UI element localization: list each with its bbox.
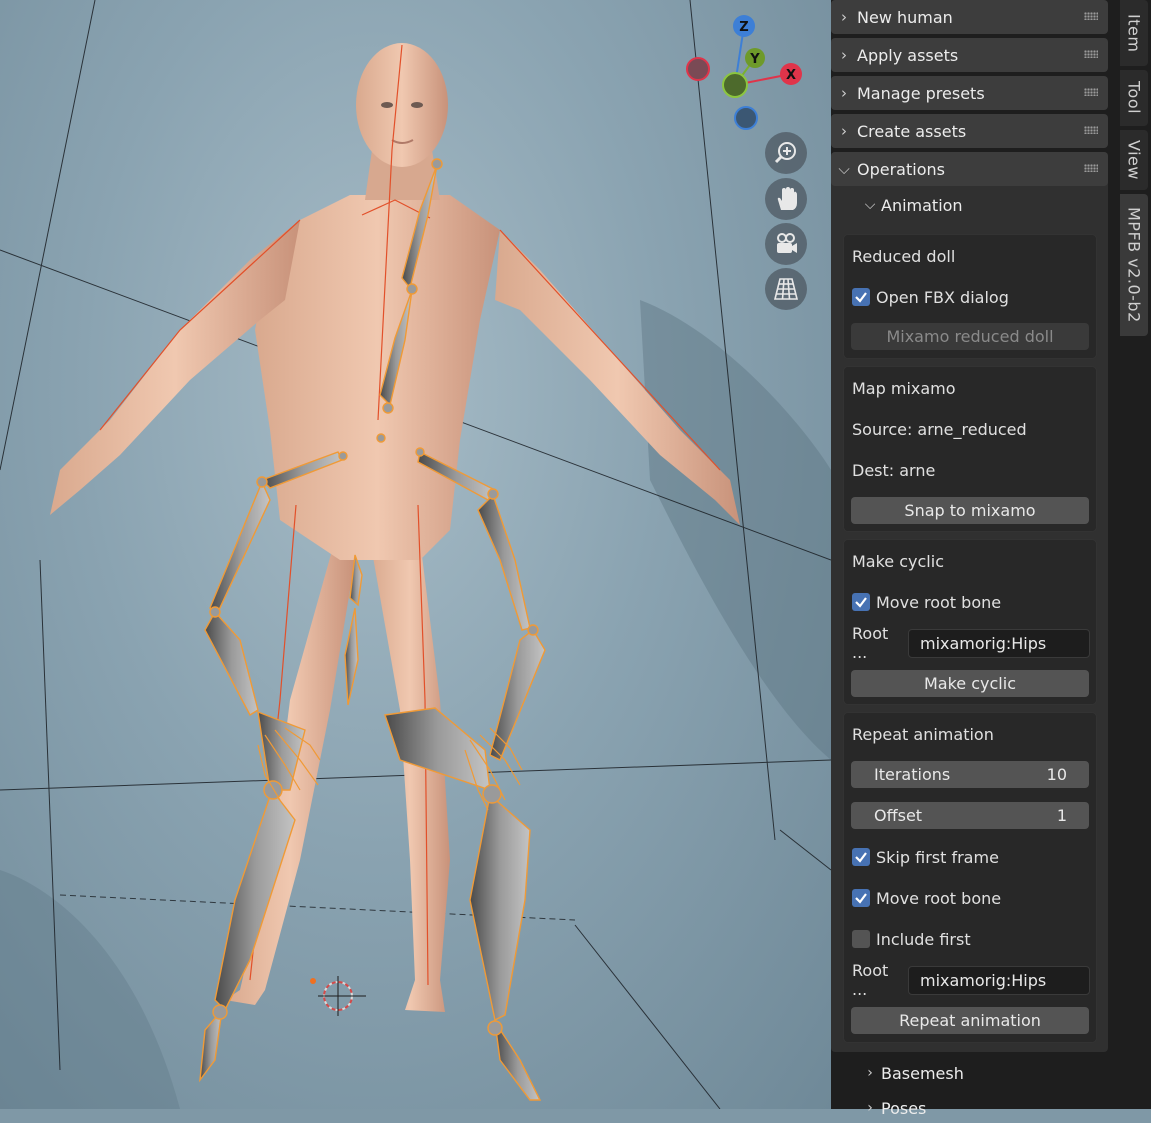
tab-label: Tool [1124, 81, 1144, 115]
subsection-label: Animation [881, 195, 963, 215]
skip-first-frame-checkbox[interactable]: Skip first frame [852, 843, 999, 871]
chevron-right-icon: › [841, 122, 847, 140]
scene-render: Z Y X [0, 0, 831, 1109]
chevron-right-icon: › [841, 46, 847, 64]
box-title: Make cyclic [852, 551, 944, 571]
field-value: 1 [1056, 806, 1067, 825]
subsection-basemesh[interactable]: › Basemesh [859, 1058, 964, 1088]
box-title: Repeat animation [852, 724, 994, 744]
offset-field[interactable]: Offset 1 [851, 802, 1089, 829]
drag-grip-icon[interactable] [1084, 50, 1098, 58]
root-label: Root ... [852, 624, 889, 662]
iterations-field[interactable]: Iterations 10 [851, 761, 1089, 788]
gizmo-z-label: Z [739, 20, 748, 35]
field-label: Iterations [874, 765, 951, 784]
camera-icon[interactable] [765, 223, 807, 265]
box-repeat-animation: Repeat animation Iterations 10 Offset 1 … [843, 712, 1097, 1043]
source-text: Source: arne_reduced [852, 419, 1027, 439]
tab-item[interactable]: Item [1120, 0, 1148, 66]
dest-text: Dest: arne [852, 460, 936, 480]
human-figure [50, 43, 740, 1012]
box-reduced-doll: Reduced doll Open FBX dialog Mixamo redu… [843, 234, 1097, 359]
section-label: Operations [857, 159, 945, 179]
checkbox-checked-icon[interactable] [852, 593, 870, 611]
checkbox-label: Open FBX dialog [876, 287, 1009, 307]
root-bone-input[interactable]: mixamorig:Hips [908, 965, 1090, 995]
tab-label: Item [1124, 13, 1144, 53]
section-label: Create assets [857, 121, 967, 141]
snap-to-mixamo-button[interactable]: Snap to mixamo [851, 497, 1089, 524]
move-root-bone-checkbox[interactable]: Move root bone [852, 588, 1001, 616]
orientation-gizmo: Z Y X [686, 15, 802, 130]
chevron-right-icon: › [841, 84, 847, 102]
chevron-right-icon: › [841, 8, 847, 26]
include-first-checkbox[interactable]: Include first [852, 925, 971, 953]
section-label: Manage presets [857, 83, 985, 103]
drag-grip-icon[interactable] [1084, 12, 1098, 20]
subsection-poses[interactable]: › Poses [859, 1093, 926, 1123]
subsection-label: Poses [881, 1098, 927, 1118]
section-create-assets[interactable]: › Create assets [831, 114, 1108, 148]
make-cyclic-button[interactable]: Make cyclic [851, 670, 1089, 697]
box-make-cyclic: Make cyclic Move root bone Root ... mixa… [843, 539, 1097, 705]
checkbox-label: Skip first frame [876, 847, 999, 867]
section-manage-presets[interactable]: › Manage presets [831, 76, 1108, 110]
box-map-mixamo: Map mixamo Source: arne_reduced Dest: ar… [843, 366, 1097, 532]
section-operations[interactable]: ⌵ Operations [831, 152, 1108, 186]
chevron-right-icon: › [867, 1100, 873, 1116]
root-bone-row: Root ... mixamorig:Hips [852, 624, 1090, 662]
field-label: Offset [874, 806, 923, 825]
root-bone-input[interactable]: mixamorig:Hips [908, 628, 1090, 658]
drag-grip-icon[interactable] [1084, 88, 1098, 96]
checkbox-checked-icon[interactable] [852, 848, 870, 866]
3d-viewport[interactable]: Z Y X [0, 0, 831, 1109]
chevron-right-icon: › [867, 1065, 873, 1081]
sidebar-panel: › New human › Apply assets › Manage pres… [831, 0, 1120, 1118]
open-fbx-checkbox[interactable]: Open FBX dialog [852, 283, 1009, 311]
section-label: Apply assets [857, 45, 959, 65]
tab-label: MPFB v2.0-b2 [1124, 207, 1144, 323]
subsection-animation[interactable]: ⌵ Animation [859, 190, 963, 220]
root-label: Root ... [852, 961, 889, 999]
sidebar-tabs: Item Tool View MPFB v2.0-b2 [1120, 0, 1151, 1109]
3d-cursor [310, 976, 366, 1016]
field-value: 10 [1046, 765, 1067, 784]
checkbox-unchecked-icon[interactable] [852, 930, 870, 948]
checkbox-checked-icon[interactable] [852, 889, 870, 907]
tab-mpfb[interactable]: MPFB v2.0-b2 [1120, 194, 1148, 336]
drag-grip-icon[interactable] [1084, 164, 1098, 172]
repeat-animation-button[interactable]: Repeat animation [851, 1007, 1089, 1034]
tab-tool[interactable]: Tool [1120, 70, 1148, 126]
section-new-human[interactable]: › New human [831, 0, 1108, 34]
checkbox-checked-icon[interactable] [852, 288, 870, 306]
tab-view[interactable]: View [1120, 130, 1148, 190]
root-bone-row: Root ... mixamorig:Hips [852, 961, 1090, 999]
hand-pan-icon[interactable] [765, 178, 807, 220]
box-title: Map mixamo [852, 378, 956, 398]
zoom-icon[interactable] [765, 132, 807, 174]
section-apply-assets[interactable]: › Apply assets [831, 38, 1108, 72]
chevron-down-icon: ⌵ [864, 197, 876, 213]
subsection-label: Basemesh [881, 1063, 964, 1083]
gizmo-y-label: Y [749, 52, 760, 67]
drag-grip-icon[interactable] [1084, 126, 1098, 134]
tab-label: View [1124, 140, 1144, 180]
checkbox-label: Move root bone [876, 592, 1002, 612]
box-title: Reduced doll [852, 246, 956, 266]
grid-perspective-icon[interactable] [765, 268, 807, 310]
mixamo-reduced-doll-button[interactable]: Mixamo reduced doll [851, 323, 1089, 350]
section-label: New human [857, 7, 953, 27]
gizmo-x-label: X [786, 68, 796, 83]
checkbox-label: Move root bone [876, 888, 1002, 908]
checkbox-label: Include first [876, 929, 971, 949]
chevron-down-icon: ⌵ [838, 160, 850, 178]
move-root-bone-checkbox[interactable]: Move root bone [852, 884, 1001, 912]
